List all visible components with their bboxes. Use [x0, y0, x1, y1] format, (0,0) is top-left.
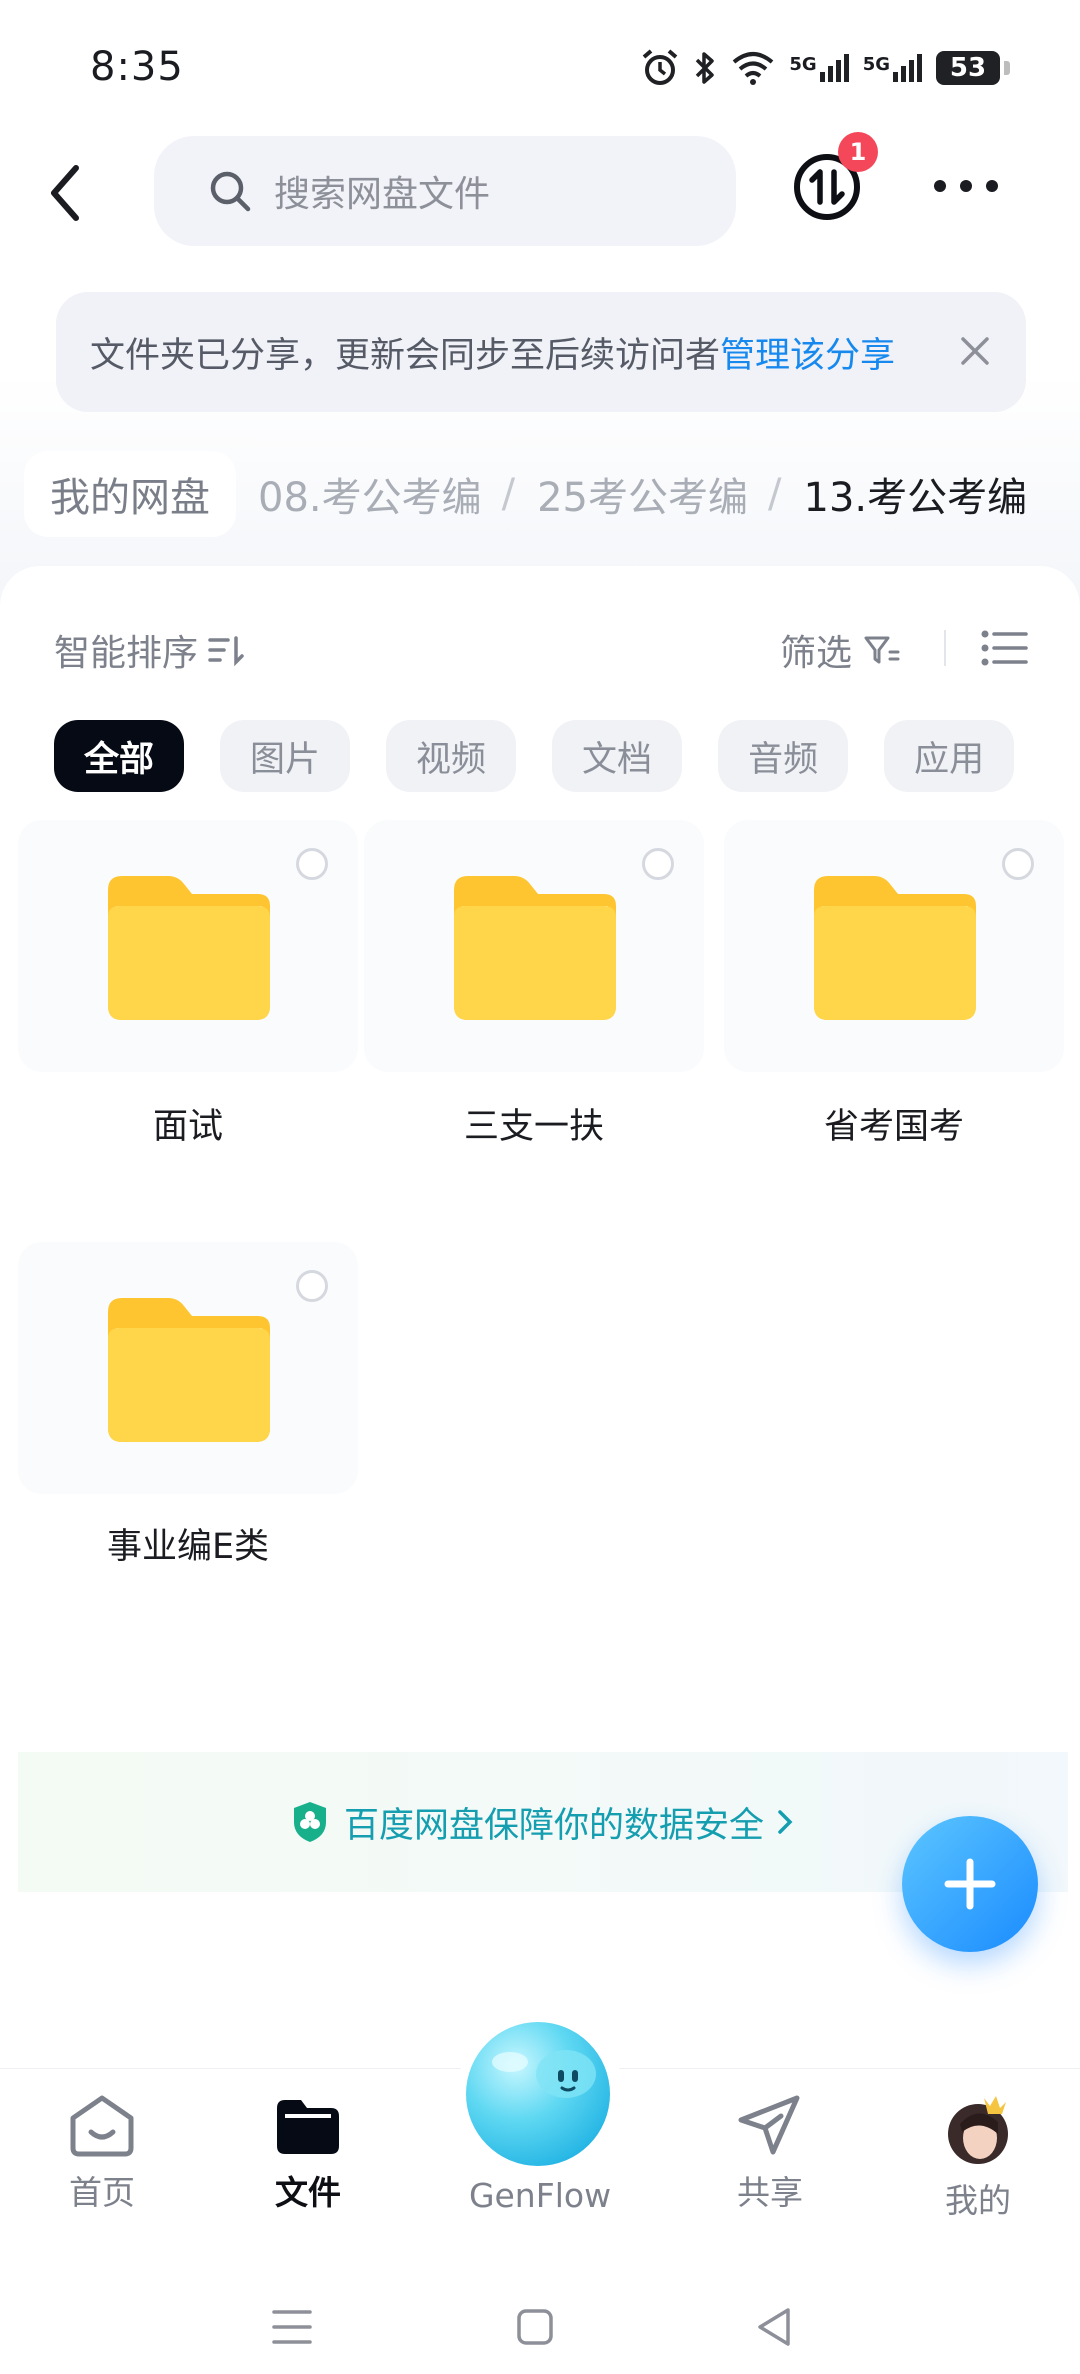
- breadcrumb-item[interactable]: 25考公考编: [537, 465, 748, 523]
- chip-apps[interactable]: 应用: [884, 720, 1015, 792]
- genflow-face-icon: [492, 2050, 596, 2098]
- folder-name: 省考国考: [823, 1107, 964, 1147]
- more-options-icon[interactable]: [930, 175, 1002, 197]
- tab-share[interactable]: 共享: [690, 2094, 850, 2214]
- back-triangle-icon[interactable]: [754, 2306, 794, 2348]
- folder-name: 面试: [152, 1107, 223, 1147]
- sort-icon: [208, 636, 244, 667]
- add-button[interactable]: [902, 1816, 1038, 1952]
- sort-label: 智能排序: [54, 633, 199, 674]
- folder-name: 三支一扶: [463, 1107, 604, 1147]
- folder-icon: [814, 876, 976, 1020]
- manage-share-link[interactable]: 管理该分享: [720, 327, 895, 378]
- folder-tile[interactable]: [18, 820, 358, 1072]
- battery-indicator: 53: [936, 51, 1010, 85]
- tab-genflow-label[interactable]: GenFlow: [440, 2176, 640, 2215]
- folder-icon: [108, 1298, 270, 1442]
- network-type-label: 5G: [789, 54, 817, 75]
- folder-tile[interactable]: [724, 820, 1064, 1072]
- bluetooth-icon: [696, 52, 715, 84]
- breadcrumb-current: 13.考公考编: [803, 475, 1028, 521]
- chip-videos[interactable]: 视频: [386, 720, 517, 792]
- transfer-badge: 1: [838, 132, 878, 172]
- chip-all[interactable]: 全部: [54, 720, 185, 792]
- chip-documents[interactable]: 文档: [552, 720, 683, 792]
- category-chips: 全部 图片 视频 文档 音频 应用: [54, 720, 1015, 792]
- breadcrumb: 我的网盘 08.考公考编 / 25考公考编 / 13.考公考编: [24, 451, 1028, 537]
- avatar: [948, 2096, 1008, 2164]
- share-notice-banner: 文件夹已分享，更新会同步至后续访问者 管理该分享: [56, 292, 1026, 412]
- list-view-icon[interactable]: [980, 628, 1030, 668]
- search-placeholder: 搜索网盘文件: [274, 174, 491, 215]
- sort-button[interactable]: 智能排序: [54, 624, 246, 676]
- tab-files[interactable]: 文件: [228, 2094, 388, 2214]
- network-type-label: 5G: [862, 54, 890, 75]
- folder-name: 事业编E类: [106, 1527, 270, 1567]
- share-notice-text: 文件夹已分享，更新会同步至后续访问者: [90, 335, 721, 376]
- system-navigation-bar: [0, 2268, 1080, 2374]
- home-icon: [70, 2095, 134, 2157]
- search-input[interactable]: 搜索网盘文件: [154, 136, 736, 246]
- back-arrow-icon[interactable]: [40, 158, 92, 228]
- breadcrumb-separator: /: [768, 471, 782, 517]
- folder-icon: [454, 876, 616, 1020]
- folder-tile[interactable]: [364, 820, 704, 1072]
- chip-images[interactable]: 图片: [220, 720, 351, 792]
- plus-icon: [944, 1858, 996, 1910]
- wifi-icon: [733, 52, 774, 85]
- genflow-orb-icon[interactable]: [466, 2022, 610, 2166]
- shield-icon: [293, 1802, 326, 1842]
- tab-mine[interactable]: 我的: [898, 2094, 1058, 2222]
- security-banner-text: 百度网盘保障你的数据安全: [343, 1805, 764, 1846]
- tab-label: 首页: [69, 2173, 135, 2212]
- folder-tile[interactable]: [18, 1242, 358, 1494]
- signal-5g-1: 5G: [789, 54, 849, 82]
- status-bar: 8:35 5G 5G 53: [0, 0, 1080, 120]
- tab-label: 共享: [737, 2173, 803, 2212]
- tab-label: 我的: [945, 2181, 1011, 2220]
- filter-button[interactable]: 筛选: [780, 624, 902, 676]
- breadcrumb-home[interactable]: 我的网盘: [24, 451, 236, 537]
- home-square-icon[interactable]: [516, 2308, 554, 2346]
- search-icon: [210, 171, 251, 212]
- alarm-icon: [643, 49, 678, 85]
- select-radio[interactable]: [296, 1270, 328, 1302]
- breadcrumb-item[interactable]: 08.考公考编: [258, 465, 482, 523]
- folder-icon: [108, 876, 270, 1020]
- breadcrumb-separator: /: [501, 471, 516, 517]
- folder-tab-icon: [277, 2100, 339, 2154]
- signal-5g-2: 5G: [863, 54, 922, 82]
- battery-level: 53: [949, 53, 987, 83]
- select-radio[interactable]: [296, 848, 328, 880]
- share-icon: [738, 2095, 800, 2155]
- tab-home[interactable]: 首页: [22, 2094, 182, 2214]
- chip-audio[interactable]: 音频: [718, 720, 849, 792]
- select-radio[interactable]: [1002, 848, 1034, 880]
- status-icons: 5G 5G 53: [641, 46, 1010, 90]
- close-icon[interactable]: [958, 334, 992, 368]
- select-radio[interactable]: [642, 848, 674, 880]
- toolbar-divider: [944, 630, 946, 666]
- chevron-right-icon: [778, 1810, 793, 1834]
- filter-label: 筛选: [780, 633, 853, 674]
- tab-label: 文件: [275, 2173, 341, 2212]
- status-time: 8:35: [90, 44, 184, 90]
- filter-icon: [864, 636, 900, 664]
- menu-icon[interactable]: [272, 2308, 312, 2346]
